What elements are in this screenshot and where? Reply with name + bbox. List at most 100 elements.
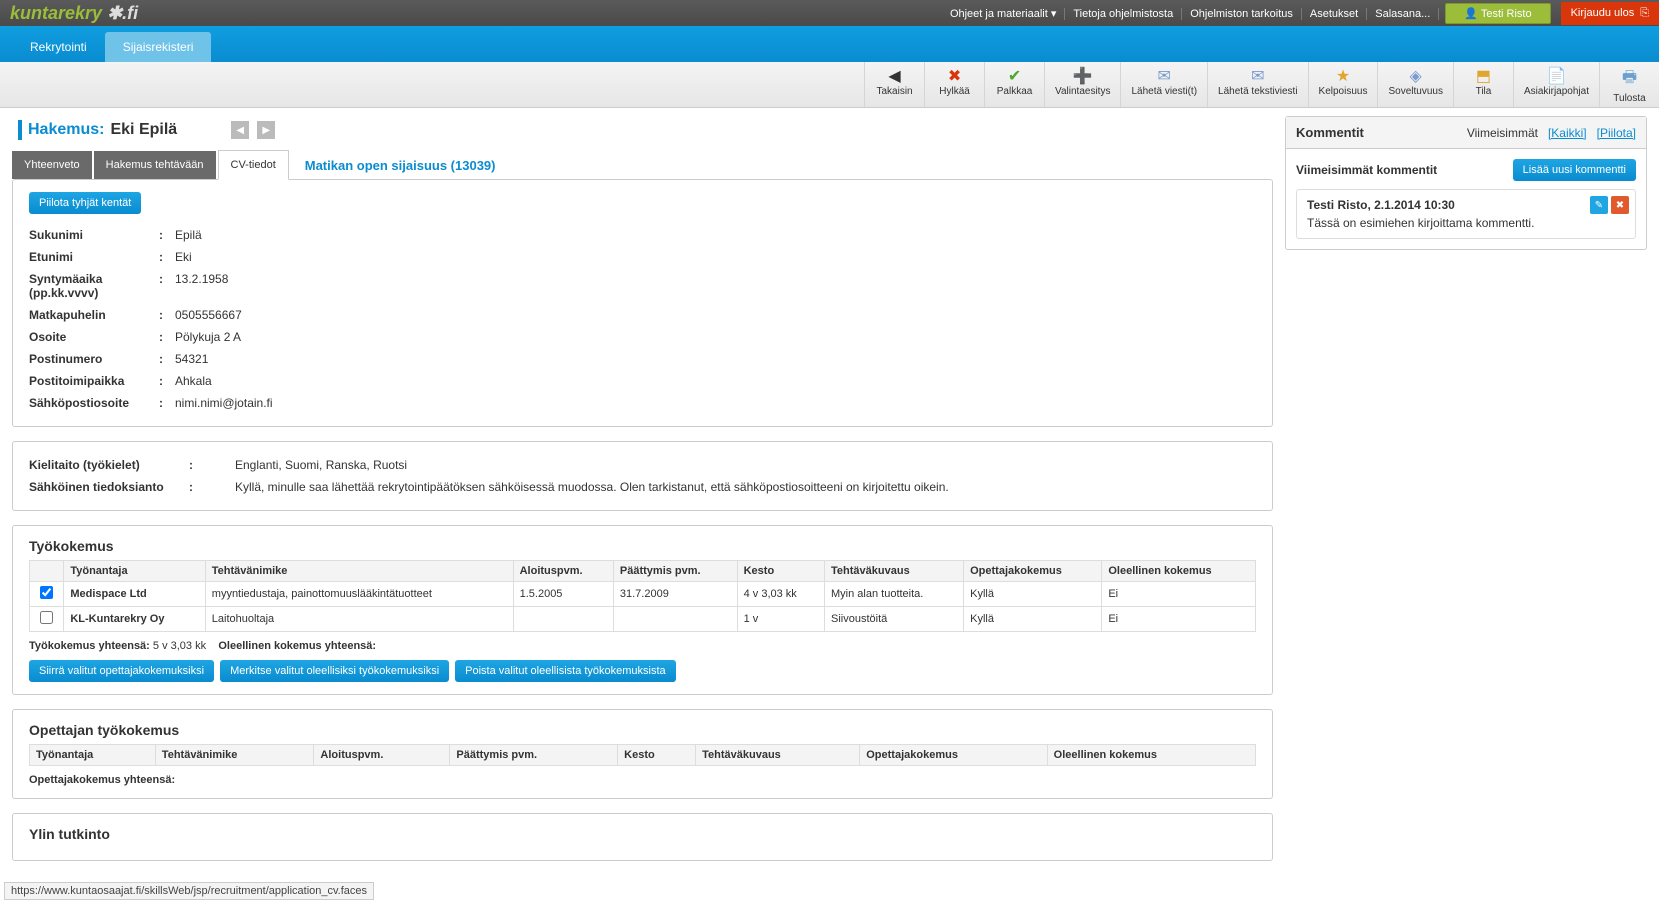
cell: Ei bbox=[1102, 582, 1256, 607]
status-bar: https://www.kuntaosaajat.fi/skillsWeb/js… bbox=[4, 882, 374, 900]
tool-icon: ✉ bbox=[1131, 66, 1197, 86]
job-link[interactable]: Matikan open sijaisuus (13039) bbox=[291, 158, 496, 173]
tool-l-het-tekstiviesti[interactable]: ✉Lähetä tekstiviesti bbox=[1207, 62, 1308, 107]
field-label: Sähköpostiosoite bbox=[29, 396, 159, 410]
edit-icon[interactable]: ✎ bbox=[1590, 196, 1608, 214]
col-header: Opettajakokemus bbox=[860, 745, 1047, 766]
comments-hide-link[interactable]: [Piilota] bbox=[1597, 126, 1636, 140]
field-label: Kielitaito (työkielet) bbox=[29, 458, 189, 472]
comment-item: ✎ ✖ Testi Risto, 2.1.2014 10:30 Tässä on… bbox=[1296, 189, 1636, 239]
tool-l-het-viesti-t-[interactable]: ✉Lähetä viesti(t) bbox=[1120, 62, 1207, 107]
col-header: Oleellinen kokemus bbox=[1047, 745, 1255, 766]
tool-label: Takaisin bbox=[876, 86, 912, 97]
teacher-table: TyönantajaTehtävänimikeAloituspvm.Päätty… bbox=[29, 744, 1256, 766]
user-badge[interactable]: 👤 Testi Risto bbox=[1445, 3, 1550, 24]
toolbar: ◀Takaisin✖Hylkää✔Palkkaa➕Valintaesitys✉L… bbox=[0, 62, 1659, 108]
top-link[interactable]: Ohjelmiston tarkoitus bbox=[1182, 8, 1302, 20]
tool-takaisin[interactable]: ◀Takaisin bbox=[864, 62, 924, 107]
tool-tila[interactable]: ⬒Tila bbox=[1453, 62, 1513, 107]
cell: Siivoustöitä bbox=[825, 607, 964, 632]
cell: Kyllä bbox=[964, 607, 1102, 632]
move-to-teacher-exp-button[interactable]: Siirrä valitut opettajakokemuksiksi bbox=[29, 660, 214, 682]
cell: myyntiedustaja, painottomuuslääkintätuot… bbox=[205, 582, 513, 607]
field-label: Osoite bbox=[29, 330, 159, 344]
col-header: Päättymis pvm. bbox=[613, 561, 737, 582]
comments-title: Kommentit bbox=[1296, 125, 1364, 140]
cell bbox=[613, 607, 737, 632]
tool-asiakirjapohjat[interactable]: 📄Asiakirjapohjat bbox=[1513, 62, 1599, 107]
top-link[interactable]: Asetukset bbox=[1302, 8, 1367, 20]
mark-relevant-button[interactable]: Merkitse valitut oleellisiksi työkokemuk… bbox=[220, 660, 449, 682]
logo: kuntarekry ✱.fi bbox=[0, 3, 148, 24]
prev-arrow[interactable]: ◀ bbox=[231, 121, 249, 139]
work-table: TyönantajaTehtävänimikeAloituspvm.Päätty… bbox=[29, 560, 1256, 632]
field-value: Eki bbox=[169, 250, 192, 264]
add-comment-button[interactable]: Lisää uusi kommentti bbox=[1513, 159, 1636, 181]
field-label: Syntymäaika (pp.kk.vvvv) bbox=[29, 272, 159, 300]
col-header bbox=[30, 561, 64, 582]
col-header: Tehtäväkuvaus bbox=[825, 561, 964, 582]
tool-icon: ✖ bbox=[935, 66, 974, 86]
top-link[interactable]: Tietoja ohjelmistosta bbox=[1065, 8, 1182, 20]
tool-label: Tila bbox=[1476, 86, 1492, 97]
tool-valintaesitys[interactable]: ➕Valintaesitys bbox=[1044, 62, 1120, 107]
row-checkbox[interactable] bbox=[40, 586, 53, 599]
top-link[interactable]: Ohjeet ja materiaalit ▾ bbox=[942, 8, 1065, 20]
tool-icon: ◈ bbox=[1388, 66, 1442, 86]
field-value: Epilä bbox=[169, 228, 202, 242]
field-label: Etunimi bbox=[29, 250, 159, 264]
tool-soveltuvuus[interactable]: ◈Soveltuvuus bbox=[1377, 62, 1452, 107]
page-heading: Hakemus: Eki Epilä ◀ ▶ bbox=[18, 120, 1273, 140]
field-value: nimi.nimi@jotain.fi bbox=[169, 396, 273, 410]
tool-label: Kelpoisuus bbox=[1319, 86, 1368, 97]
table-row: Medispace Ltdmyyntiedustaja, painottomuu… bbox=[30, 582, 1256, 607]
logout-icon: ⎘ bbox=[1640, 7, 1649, 20]
tool-icon: ➕ bbox=[1055, 66, 1110, 86]
nav-tab-sijaisrekisteri[interactable]: Sijaisrekisteri bbox=[105, 32, 212, 62]
field-value: Pölykuja 2 A bbox=[169, 330, 241, 344]
tool-label: Soveltuvuus bbox=[1388, 86, 1442, 97]
comment-meta: Testi Risto, 2.1.2014 10:30 bbox=[1307, 198, 1625, 212]
col-header: Päättymis pvm. bbox=[450, 745, 618, 766]
tool-hylk-[interactable]: ✖Hylkää bbox=[924, 62, 984, 107]
col-header: Kesto bbox=[737, 561, 824, 582]
content-tabs: Yhteenveto Hakemus tehtävään CV-tiedot M… bbox=[12, 150, 1273, 180]
tool-label: Lähetä tekstiviesti bbox=[1218, 86, 1298, 97]
personal-panel: Piilota tyhjät kentät Sukunimi:EpiläEtun… bbox=[12, 179, 1273, 427]
tab-yhteenveto[interactable]: Yhteenveto bbox=[12, 151, 92, 179]
work-sum1-val: 5 v 3,03 kk bbox=[153, 640, 206, 652]
cell: 31.7.2009 bbox=[613, 582, 737, 607]
logout-button[interactable]: Kirjaudu ulos ⎘ bbox=[1561, 2, 1659, 25]
row-checkbox[interactable] bbox=[40, 611, 53, 624]
col-header: Opettajakokemus bbox=[964, 561, 1102, 582]
top-link[interactable]: Salasana... bbox=[1367, 8, 1439, 20]
tab-hakemus-tehtavaan[interactable]: Hakemus tehtävään bbox=[94, 151, 216, 179]
nav-tab-rekrytointi[interactable]: Rekrytointi bbox=[12, 32, 105, 62]
tool-palkkaa[interactable]: ✔Palkkaa bbox=[984, 62, 1044, 107]
teacher-panel: Opettajan työkokemus TyönantajaTehtäväni… bbox=[12, 709, 1273, 799]
tool-label: Lähetä viesti(t) bbox=[1131, 86, 1197, 97]
remove-relevant-button[interactable]: Poista valitut oleellisista työkokemuksi… bbox=[455, 660, 676, 682]
tab-cv-tiedot[interactable]: CV-tiedot bbox=[218, 150, 289, 180]
extra-panel: Kielitaito (työkielet):Englanti, Suomi, … bbox=[12, 441, 1273, 511]
table-row: KL-Kuntarekry OyLaitohuoltaja1 vSiivoust… bbox=[30, 607, 1256, 632]
tool-tulosta[interactable]: 🖶Tulosta bbox=[1599, 62, 1659, 107]
hide-empty-button[interactable]: Piilota tyhjät kentät bbox=[29, 192, 141, 214]
field-value: Kyllä, minulle saa lähettää rekrytointip… bbox=[229, 480, 949, 494]
col-header: Työnantaja bbox=[30, 745, 156, 766]
tool-kelpoisuus[interactable]: ★Kelpoisuus bbox=[1308, 62, 1378, 107]
col-header: Työnantaja bbox=[64, 561, 205, 582]
work-sum2-label: Oleellinen kokemus yhteensä: bbox=[218, 640, 376, 652]
col-header: Tehtävänimike bbox=[155, 745, 314, 766]
tool-label: Palkkaa bbox=[997, 86, 1033, 97]
cell bbox=[513, 607, 613, 632]
heading-label: Hakemus: bbox=[28, 121, 104, 139]
next-arrow[interactable]: ▶ bbox=[257, 121, 275, 139]
delete-icon[interactable]: ✖ bbox=[1611, 196, 1629, 214]
comment-text: Tässä on esimiehen kirjoittama kommentti… bbox=[1307, 216, 1625, 230]
heading-value: Eki Epilä bbox=[110, 121, 177, 139]
tool-icon: 📄 bbox=[1524, 66, 1589, 86]
tool-label: Valintaesitys bbox=[1055, 86, 1110, 97]
comments-all-link[interactable]: [Kaikki] bbox=[1548, 126, 1587, 140]
degree-title: Ylin tutkinto bbox=[29, 826, 1256, 842]
